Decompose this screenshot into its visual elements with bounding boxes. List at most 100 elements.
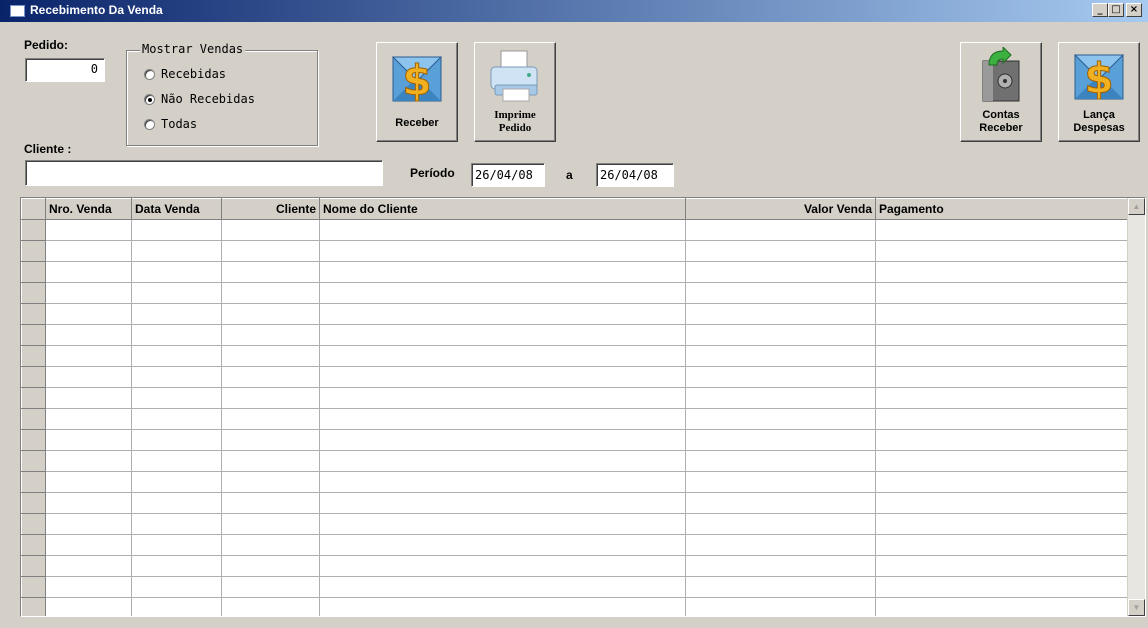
- table-cell[interactable]: [45, 324, 132, 346]
- table-cell[interactable]: [685, 492, 876, 514]
- table-row[interactable]: [21, 450, 1130, 472]
- table-cell[interactable]: [221, 324, 320, 346]
- table-cell[interactable]: [319, 450, 686, 472]
- table-row[interactable]: [21, 261, 1130, 283]
- table-cell[interactable]: [131, 492, 222, 514]
- table-cell[interactable]: [875, 282, 1130, 304]
- close-button[interactable]: ×: [1126, 3, 1142, 17]
- table-cell[interactable]: [319, 282, 686, 304]
- table-cell[interactable]: [131, 597, 222, 616]
- table-cell[interactable]: [221, 303, 320, 325]
- row-indicator[interactable]: [21, 324, 46, 346]
- row-indicator[interactable]: [21, 345, 46, 367]
- table-cell[interactable]: [131, 219, 222, 241]
- table-cell[interactable]: [221, 429, 320, 451]
- table-cell[interactable]: [221, 261, 320, 283]
- row-indicator[interactable]: [21, 534, 46, 556]
- col-nome-cliente[interactable]: Nome do Cliente: [319, 198, 686, 220]
- table-cell[interactable]: [45, 282, 132, 304]
- table-row[interactable]: [21, 555, 1130, 577]
- table-cell[interactable]: [319, 429, 686, 451]
- table-cell[interactable]: [319, 555, 686, 577]
- table-cell[interactable]: [45, 471, 132, 493]
- row-indicator[interactable]: [21, 450, 46, 472]
- table-cell[interactable]: [45, 492, 132, 514]
- table-row[interactable]: [21, 513, 1130, 535]
- table-cell[interactable]: [131, 261, 222, 283]
- table-cell[interactable]: [319, 492, 686, 514]
- table-cell[interactable]: [221, 513, 320, 535]
- table-row[interactable]: [21, 408, 1130, 430]
- imprime-pedido-button[interactable]: Imprime Pedido: [474, 42, 556, 142]
- table-cell[interactable]: [131, 303, 222, 325]
- row-indicator[interactable]: [21, 219, 46, 241]
- table-cell[interactable]: [319, 303, 686, 325]
- table-cell[interactable]: [875, 429, 1130, 451]
- row-indicator[interactable]: [21, 303, 46, 325]
- table-cell[interactable]: [685, 471, 876, 493]
- table-row[interactable]: [21, 387, 1130, 409]
- table-cell[interactable]: [221, 282, 320, 304]
- table-cell[interactable]: [131, 534, 222, 556]
- table-row[interactable]: [21, 597, 1130, 616]
- table-cell[interactable]: [221, 219, 320, 241]
- col-nro-venda[interactable]: Nro. Venda: [45, 198, 132, 220]
- table-cell[interactable]: [221, 450, 320, 472]
- table-cell[interactable]: [685, 387, 876, 409]
- table-cell[interactable]: [319, 345, 686, 367]
- table-cell[interactable]: [221, 597, 320, 616]
- title-bar[interactable]: Recebimento Da Venda _ □ ×: [0, 0, 1148, 22]
- table-cell[interactable]: [131, 429, 222, 451]
- lanca-despesas-button[interactable]: $ Lança Despesas: [1058, 42, 1140, 142]
- table-cell[interactable]: [131, 408, 222, 430]
- table-cell[interactable]: [875, 492, 1130, 514]
- pedido-input[interactable]: 0: [25, 58, 105, 82]
- table-cell[interactable]: [45, 345, 132, 367]
- table-cell[interactable]: [875, 324, 1130, 346]
- table-cell[interactable]: [319, 261, 686, 283]
- radio-todas-dot[interactable]: [144, 118, 155, 130]
- radio-recebidas[interactable]: Recebidas: [144, 67, 226, 81]
- table-cell[interactable]: [875, 261, 1130, 283]
- table-cell[interactable]: [685, 429, 876, 451]
- table-cell[interactable]: [875, 387, 1130, 409]
- table-cell[interactable]: [221, 408, 320, 430]
- table-row[interactable]: [21, 219, 1130, 241]
- table-cell[interactable]: [875, 555, 1130, 577]
- table-cell[interactable]: [45, 408, 132, 430]
- table-cell[interactable]: [875, 345, 1130, 367]
- table-cell[interactable]: [221, 387, 320, 409]
- row-indicator[interactable]: [21, 471, 46, 493]
- cliente-input[interactable]: [25, 160, 383, 186]
- table-cell[interactable]: [319, 513, 686, 535]
- col-valor-venda[interactable]: Valor Venda: [685, 198, 876, 220]
- sales-grid[interactable]: Nro. Venda Data Venda Cliente Nome do Cl…: [20, 197, 1146, 617]
- table-cell[interactable]: [45, 261, 132, 283]
- table-row[interactable]: [21, 345, 1130, 367]
- table-cell[interactable]: [319, 240, 686, 262]
- contas-receber-button[interactable]: Contas Receber: [960, 42, 1042, 142]
- table-cell[interactable]: [685, 324, 876, 346]
- table-cell[interactable]: [685, 597, 876, 616]
- maximize-button[interactable]: □: [1108, 3, 1124, 17]
- table-cell[interactable]: [319, 387, 686, 409]
- radio-recebidas-dot[interactable]: [144, 68, 155, 80]
- row-indicator[interactable]: [21, 513, 46, 535]
- table-cell[interactable]: [221, 345, 320, 367]
- row-indicator[interactable]: [21, 261, 46, 283]
- table-cell[interactable]: [221, 240, 320, 262]
- table-row[interactable]: [21, 534, 1130, 556]
- table-cell[interactable]: [45, 450, 132, 472]
- table-cell[interactable]: [319, 366, 686, 388]
- table-cell[interactable]: [45, 429, 132, 451]
- table-cell[interactable]: [45, 534, 132, 556]
- table-cell[interactable]: [131, 471, 222, 493]
- scroll-down-button[interactable]: ▼: [1128, 599, 1145, 616]
- col-data-venda[interactable]: Data Venda: [131, 198, 222, 220]
- row-indicator[interactable]: [21, 240, 46, 262]
- table-cell[interactable]: [45, 576, 132, 598]
- table-cell[interactable]: [685, 303, 876, 325]
- table-cell[interactable]: [875, 408, 1130, 430]
- table-cell[interactable]: [131, 513, 222, 535]
- table-cell[interactable]: [131, 450, 222, 472]
